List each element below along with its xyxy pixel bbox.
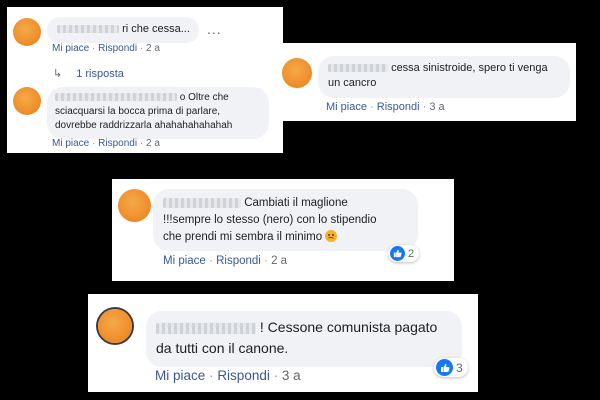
comment-text-line-3: che prendi mi sembra il minimo (163, 231, 323, 243)
comment-bubble: ! Cessone comunista pagato da tutti con … (146, 311, 462, 367)
separator: · (273, 368, 279, 383)
redacted-author-name[interactable] (163, 198, 241, 208)
like-link[interactable]: Mi piace (326, 101, 367, 113)
comment-text-line-2: da tutti con il canone. (156, 340, 289, 356)
reply-link[interactable]: Rispondi (98, 43, 137, 54)
comment-actions: Mi piace · Rispondi · 2 a (52, 138, 160, 149)
separator: · (92, 43, 96, 54)
reaction-count: 2 (408, 247, 415, 260)
avatar[interactable] (13, 18, 41, 46)
comment-text-line-2: sciacquarsi la bocca prima di parlare, (55, 106, 221, 117)
redacted-author-name[interactable] (57, 24, 119, 34)
comment-bubble: o Oltre che sciacquarsi la bocca prima d… (47, 87, 269, 139)
reply-link[interactable]: Rispondi (217, 368, 270, 383)
separator: · (139, 43, 144, 54)
more-options-icon[interactable]: ... (207, 21, 222, 37)
separator: · (422, 101, 427, 113)
separator: · (209, 368, 214, 383)
avatar[interactable] (118, 189, 151, 222)
separator: · (370, 101, 374, 113)
reply-link[interactable]: Rispondi (98, 138, 137, 149)
redacted-author-name[interactable] (156, 322, 256, 334)
comment-actions: Mi piace · Rispondi · 2 a (52, 43, 160, 54)
comment-text-line-3: dovrebbe raddrizzarla ahahahahahahah (55, 120, 233, 131)
comment-text-line-1: ! Cessone comunista pagato (259, 319, 438, 335)
view-replies-link[interactable]: ↳ 1 risposta (53, 67, 124, 80)
comment-actions: Mi piace · Rispondi · 2 a (163, 255, 287, 267)
reaction-summary[interactable]: 3 (434, 358, 468, 377)
thumbs-up-icon (390, 246, 405, 261)
comment-card-2: cessa sinistroide, spero ti venga un can… (276, 43, 576, 121)
redacted-author-name[interactable] (55, 93, 177, 102)
angry-face-icon (325, 230, 338, 242)
replies-count-label: 1 risposta (76, 68, 124, 80)
reaction-count: 3 (456, 360, 463, 375)
comment-text-line-2: un cancro (328, 77, 377, 89)
comment-text-line-2: !!!sempre lo stesso (nero) con lo stipen… (163, 214, 377, 226)
avatar[interactable] (282, 58, 312, 88)
reaction-summary[interactable]: 2 (388, 245, 420, 262)
comment-actions: Mi piace · Rispondi · 3 a (326, 101, 445, 113)
redacted-author-name[interactable] (328, 63, 388, 73)
comment-bubble: cessa sinistroide, spero ti venga un can… (318, 56, 570, 98)
comment-card-3: Cambiati il maglione !!!sempre lo stesso… (112, 179, 454, 281)
comment-card-4: ! Cessone comunista pagato da tutti con … (88, 294, 478, 392)
timestamp[interactable]: 2 a (271, 255, 287, 267)
avatar[interactable] (98, 309, 132, 343)
like-link[interactable]: Mi piace (155, 368, 205, 383)
like-link[interactable]: Mi piace (52, 43, 89, 54)
comment-text-line-1: o Oltre che (179, 92, 229, 103)
reply-arrow-icon: ↳ (53, 68, 63, 80)
comment-text-line-1: cessa sinistroide, spero ti venga (391, 62, 548, 74)
like-link[interactable]: Mi piace (163, 255, 206, 267)
separator: · (92, 138, 96, 149)
avatar[interactable] (13, 87, 41, 115)
comment-bubble: ri che cessa... (47, 17, 199, 43)
comment-bubble: Cambiati il maglione !!!sempre lo stesso… (153, 189, 418, 251)
comment-text: ri che cessa... (122, 23, 190, 35)
like-link[interactable]: Mi piace (52, 138, 89, 149)
separator: · (209, 255, 213, 267)
comment-card-1: ri che cessa... ... Mi piace · Rispondi … (7, 7, 283, 153)
timestamp[interactable]: 2 a (146, 43, 160, 54)
thumbs-up-icon (436, 359, 453, 376)
comment-text-line-1: Cambiati il maglione (244, 197, 348, 209)
reply-link[interactable]: Rispondi (216, 255, 261, 267)
timestamp[interactable]: 3 a (429, 101, 444, 113)
reply-link[interactable]: Rispondi (377, 101, 420, 113)
comment-actions: Mi piace · Rispondi · 3 a (155, 368, 301, 383)
separator: · (139, 138, 144, 149)
timestamp[interactable]: 2 a (146, 138, 160, 149)
timestamp[interactable]: 3 a (282, 368, 301, 383)
separator: · (264, 255, 268, 267)
